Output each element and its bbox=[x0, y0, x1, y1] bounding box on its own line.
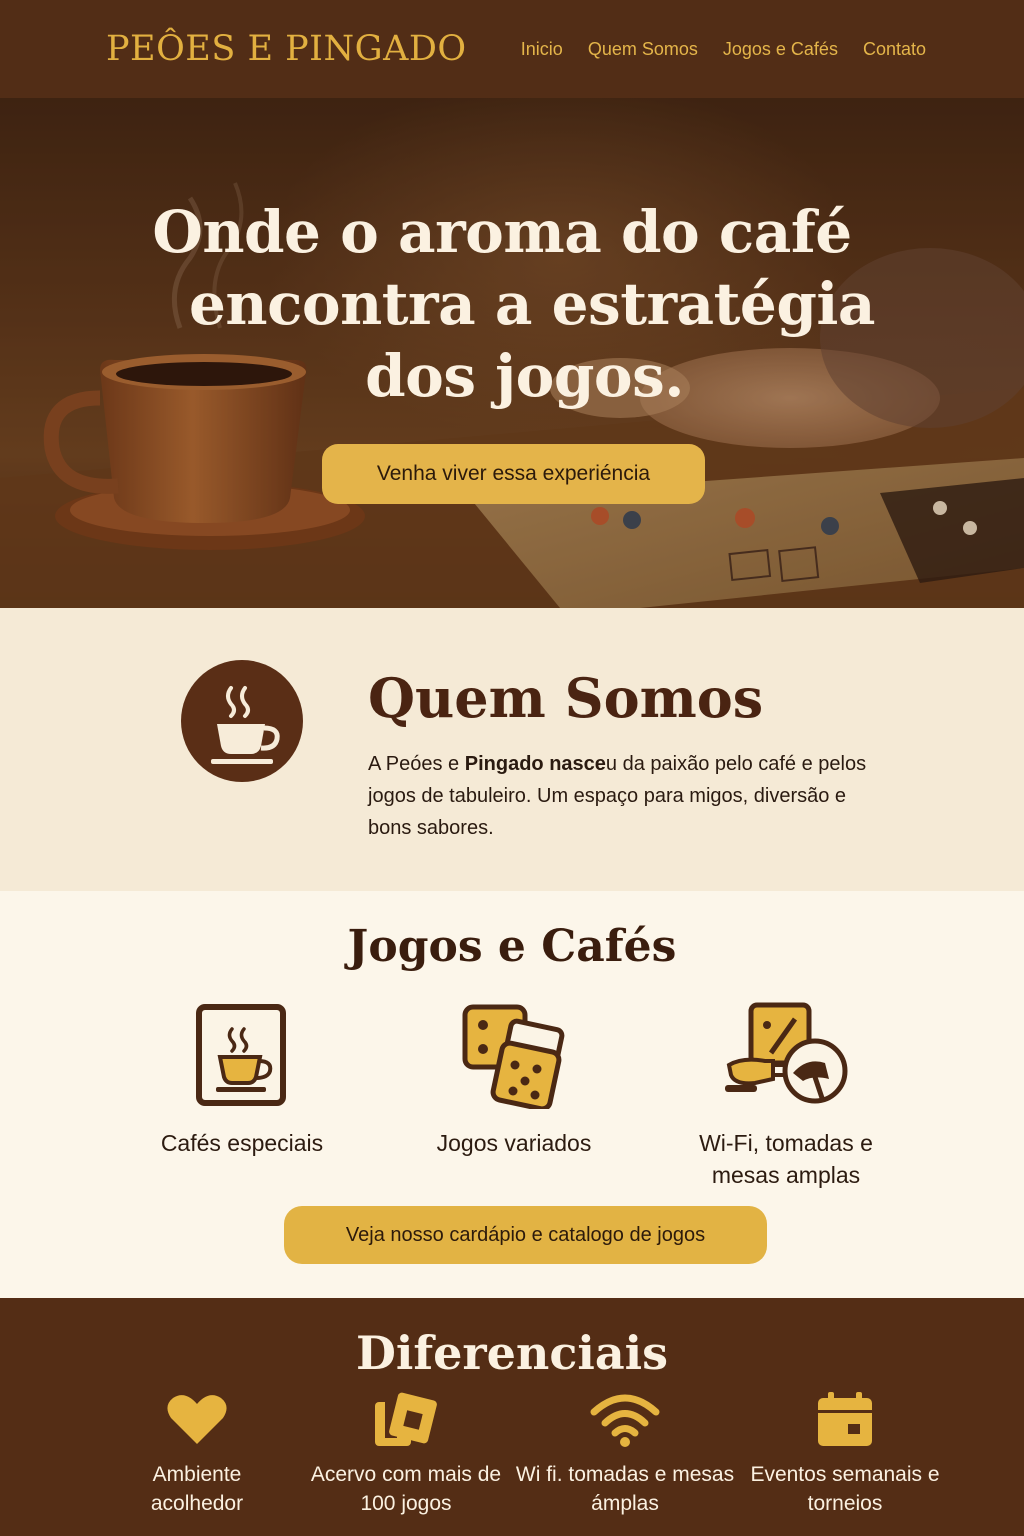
differential-label-acervo: Acervo com mais de 100 jogos bbox=[310, 1463, 502, 1515]
about-coffee-badge bbox=[181, 660, 303, 782]
wifi-plug-table-icon bbox=[725, 1002, 848, 1104]
calendar-icon bbox=[818, 1392, 872, 1446]
brand-logo[interactable]: PEÔES E PINGADO bbox=[106, 29, 467, 69]
game-cards-icon bbox=[375, 1392, 437, 1446]
nav-link-contato[interactable]: Contato bbox=[863, 39, 926, 60]
feature-label-cafes: Cafés especiais bbox=[160, 1130, 324, 1156]
differential-label-ambiente: Ambiente acolhedor bbox=[150, 1463, 244, 1515]
differential-eventos: Eventos semanais e torneios bbox=[735, 1390, 955, 1518]
hero-section: Onde o aroma do café encontra a estratég… bbox=[0, 98, 1024, 608]
differential-acervo: Acervo com mais de 100 jogos bbox=[296, 1390, 516, 1518]
differentials-title: Diferenciais bbox=[355, 1326, 669, 1380]
differential-wifi: Wi fi. tomadas e mesas ámplas bbox=[515, 1390, 735, 1518]
menu-catalog-button[interactable]: Veja nosso cardápio e catalogo de jogos bbox=[284, 1206, 767, 1264]
about-title: Quem Somos bbox=[368, 666, 764, 730]
hero-title-line-3: dos jogos. bbox=[365, 342, 684, 410]
hero-cta-button[interactable]: Venha viver essa experiéncia bbox=[322, 444, 705, 504]
hero-title-line-1: Onde o aroma do café bbox=[152, 198, 852, 266]
games-title: Jogos e Cafés bbox=[347, 921, 677, 972]
differentials-section: Diferenciais Ambiente acolhedor Acervo c… bbox=[0, 1298, 1024, 1536]
nav-link-quem-somos[interactable]: Quem Somos bbox=[588, 39, 698, 60]
differential-label-eventos: Eventos semanais e torneios bbox=[750, 1463, 940, 1515]
coffee-cup-icon bbox=[211, 686, 280, 764]
feature-jogos-variados: Jogos variados bbox=[384, 1001, 644, 1159]
nav-link-jogos-e-cafes[interactable]: Jogos e Cafés bbox=[723, 39, 838, 60]
about-text-bold: Pingado nasce bbox=[464, 753, 606, 775]
differential-ambiente: Ambiente acolhedor bbox=[87, 1390, 307, 1518]
coffee-card-icon bbox=[196, 1004, 286, 1106]
hero-title-line-2: encontra a estratégia bbox=[189, 270, 875, 338]
nav-link-inicio[interactable]: Inicio bbox=[521, 39, 563, 60]
hero-title: Onde o aroma do café encontra a estratég… bbox=[0, 196, 1024, 412]
feature-label-wifi: Wi-Fi, tomadas e mesas amplas bbox=[699, 1130, 873, 1188]
differential-label-wifi: Wi fi. tomadas e mesas ámplas bbox=[515, 1463, 735, 1515]
feature-cafes-especiais: Cafés especiais bbox=[112, 1001, 372, 1159]
heart-icon bbox=[167, 1395, 227, 1444]
feature-label-jogos: Jogos variados bbox=[436, 1130, 592, 1156]
wifi-icon bbox=[590, 1394, 660, 1447]
site-header: PEÔES E PINGADO Inicio Quem Somos Jogos … bbox=[0, 0, 1024, 98]
about-section: Quem Somos A Peóes e Pingado nasceu da p… bbox=[0, 608, 1024, 891]
games-section: Jogos e Cafés Cafés especiais Jogos vari… bbox=[0, 891, 1024, 1298]
about-description: A Peóes e Pingado nasceu da paixão pelo … bbox=[368, 748, 888, 844]
dice-icon bbox=[462, 1004, 565, 1109]
about-text-part-1: A Peóes e bbox=[368, 753, 465, 775]
main-nav: Inicio Quem Somos Jogos e Cafés Contato bbox=[521, 39, 926, 60]
feature-wifi-tomadas-mesas: Wi-Fi, tomadas e mesas amplas bbox=[656, 1001, 916, 1191]
